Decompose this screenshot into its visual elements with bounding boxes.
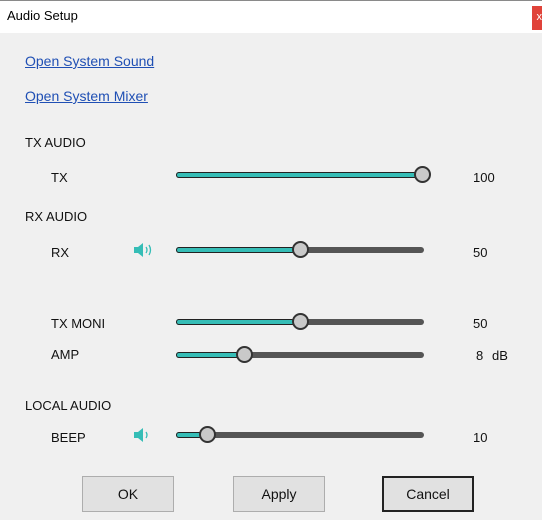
slider-thumb[interactable] bbox=[292, 241, 309, 258]
close-icon: x bbox=[536, 11, 542, 23]
local-audio-heading: LOCAL AUDIO bbox=[25, 398, 112, 413]
beep-value: 10 bbox=[473, 430, 488, 445]
slider-thumb[interactable] bbox=[292, 313, 309, 330]
tx-value: 100 bbox=[473, 170, 495, 185]
amp-slider[interactable] bbox=[174, 346, 426, 364]
speaker-icon[interactable] bbox=[133, 243, 155, 257]
tx-slider[interactable] bbox=[174, 166, 431, 184]
tx-label: TX bbox=[51, 170, 68, 185]
rx-audio-heading: RX AUDIO bbox=[25, 209, 88, 224]
open-system-mixer-link[interactable]: Open System Mixer bbox=[25, 88, 148, 104]
speaker-icon[interactable] bbox=[133, 428, 155, 442]
tx-audio-heading: TX AUDIO bbox=[25, 135, 86, 150]
rx-slider[interactable] bbox=[174, 241, 426, 259]
beep-slider[interactable] bbox=[174, 426, 426, 444]
amp-unit: dB bbox=[492, 348, 508, 363]
window-title: Audio Setup bbox=[7, 8, 78, 23]
cancel-button[interactable]: Cancel bbox=[382, 476, 474, 512]
slider-thumb[interactable] bbox=[414, 166, 431, 183]
close-button[interactable]: x bbox=[532, 6, 542, 30]
ok-button[interactable]: OK bbox=[82, 476, 174, 512]
slider-fill bbox=[176, 172, 424, 178]
title-bar: Audio Setup x bbox=[0, 0, 542, 33]
tx-moni-slider[interactable] bbox=[174, 313, 426, 331]
amp-value: 8 bbox=[476, 348, 484, 363]
open-system-sound-link[interactable]: Open System Sound bbox=[25, 53, 154, 69]
tx-moni-label: TX MONI bbox=[51, 316, 106, 331]
slider-fill bbox=[176, 319, 302, 325]
slider-thumb[interactable] bbox=[199, 426, 217, 443]
rx-value: 50 bbox=[473, 245, 488, 260]
beep-label: BEEP bbox=[51, 430, 86, 445]
apply-button[interactable]: Apply bbox=[233, 476, 325, 512]
amp-label: AMP bbox=[51, 347, 80, 362]
rx-label: RX bbox=[51, 245, 70, 260]
slider-thumb[interactable] bbox=[235, 346, 253, 363]
tx-moni-value: 50 bbox=[473, 316, 488, 331]
slider-fill bbox=[176, 247, 302, 253]
